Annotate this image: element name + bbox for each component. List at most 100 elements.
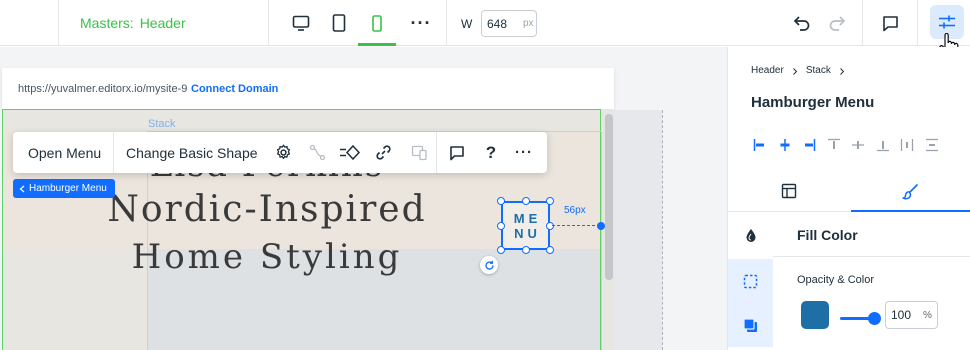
width-field[interactable]: px xyxy=(481,10,537,37)
align-top-icon xyxy=(827,138,840,149)
more-icon: ··· xyxy=(515,144,533,161)
top-bar: Masters: Header ··· W px xyxy=(0,0,970,58)
shadow-section-button[interactable] xyxy=(728,303,773,347)
change-basic-shape-button[interactable]: Change Basic Shape xyxy=(126,145,258,161)
align-center-horizontal-icon xyxy=(780,139,790,151)
divider xyxy=(446,0,447,46)
site-url: https://yuvalmer.editorx.io/mysite-9 xyxy=(18,83,188,95)
comment-icon xyxy=(450,145,464,160)
rotate-handle[interactable] xyxy=(480,256,498,274)
alignment-controls xyxy=(748,135,944,155)
fill-section-button[interactable] xyxy=(728,213,773,257)
breadcrumb-item-stack[interactable]: Stack xyxy=(806,65,831,78)
resize-handle[interactable] xyxy=(522,246,530,254)
opacity-unit: % xyxy=(923,309,932,321)
desktop-view-button[interactable] xyxy=(285,9,317,37)
width-label: W xyxy=(461,17,473,31)
interactions-button[interactable] xyxy=(337,139,363,166)
align-right-button[interactable] xyxy=(797,135,822,155)
responsive-behavior-button[interactable] xyxy=(406,139,432,166)
paintbrush-icon xyxy=(902,183,919,199)
chevron-right-icon xyxy=(839,68,845,75)
divider xyxy=(113,132,114,173)
align-bottom-button[interactable] xyxy=(871,135,896,155)
more-breakpoints-button[interactable]: ··· xyxy=(404,9,438,37)
mobile-icon xyxy=(372,14,382,32)
divider xyxy=(862,0,863,46)
layout-icon xyxy=(781,183,796,199)
redo-button[interactable] xyxy=(821,7,853,39)
comment-icon xyxy=(882,15,898,31)
resize-handle[interactable] xyxy=(497,197,505,205)
settings-button[interactable] xyxy=(270,139,296,166)
distribute-h-button[interactable] xyxy=(895,135,920,155)
tablet-view-button[interactable] xyxy=(323,9,355,37)
menu-text-line-2: NU xyxy=(514,225,541,241)
align-left-button[interactable] xyxy=(748,135,773,155)
undo-button[interactable] xyxy=(786,7,818,39)
align-top-button[interactable] xyxy=(822,135,847,155)
selected-element-tag[interactable]: Hamburger Menu xyxy=(13,179,115,198)
opacity-field[interactable]: % xyxy=(885,301,938,329)
distribute-vertical-icon xyxy=(925,138,938,152)
drop-icon xyxy=(746,228,755,242)
fill-color-swatch[interactable] xyxy=(801,301,829,329)
masters-indicator[interactable]: Masters: Header xyxy=(80,15,186,31)
comment-button[interactable] xyxy=(444,139,470,166)
undo-icon xyxy=(793,16,810,31)
align-center-h-button[interactable] xyxy=(773,135,798,155)
animation-button[interactable] xyxy=(304,139,330,166)
resize-handle[interactable] xyxy=(522,197,530,205)
help-button[interactable]: ? xyxy=(478,139,504,166)
opacity-slider-handle[interactable] xyxy=(868,312,881,325)
spacing-handle[interactable] xyxy=(597,222,605,230)
menu-text-line-1: ME xyxy=(513,210,542,226)
canvas-gutter xyxy=(614,110,662,350)
shadow-icon xyxy=(743,317,757,332)
animation-path-icon xyxy=(309,144,325,161)
border-section-button[interactable] xyxy=(728,259,773,303)
fill-color-heading: Fill Color xyxy=(797,227,858,243)
opacity-color-label: Opacity & Color xyxy=(797,274,875,286)
rotate-icon xyxy=(484,260,494,270)
divider xyxy=(58,0,59,46)
width-input[interactable] xyxy=(487,16,517,31)
help-icon: ? xyxy=(485,142,497,162)
stack-label: Stack xyxy=(148,118,176,130)
redo-icon xyxy=(829,16,846,31)
resize-handle[interactable] xyxy=(546,246,554,254)
divider xyxy=(917,0,918,46)
inspector-panel: Header Stack Hamburger Menu Fill Color O… xyxy=(727,47,970,350)
active-device-indicator xyxy=(358,43,396,46)
resize-handle[interactable] xyxy=(546,222,554,230)
open-menu-button[interactable]: Open Menu xyxy=(28,145,101,161)
interaction-icon xyxy=(340,144,361,161)
tab-layout[interactable] xyxy=(728,170,849,212)
resize-handle[interactable] xyxy=(497,246,505,254)
resize-handle[interactable] xyxy=(497,222,505,230)
hamburger-menu-element[interactable]: ME NU xyxy=(501,201,550,250)
sliders-icon xyxy=(939,15,955,29)
align-center-vertical-icon xyxy=(852,141,865,149)
comments-button[interactable] xyxy=(874,7,906,39)
more-actions-button[interactable]: ··· xyxy=(511,139,537,166)
design-section-nav xyxy=(728,213,773,350)
panel-title: Hamburger Menu xyxy=(751,94,875,111)
mobile-view-button[interactable] xyxy=(361,9,393,37)
site-title-line-2[interactable]: Nordic-Inspired xyxy=(102,189,432,230)
link-button[interactable] xyxy=(370,139,396,166)
canvas-scrollbar[interactable] xyxy=(605,114,613,280)
opacity-input[interactable] xyxy=(891,308,917,322)
site-title-line-3[interactable]: Home Styling xyxy=(102,237,432,277)
breadcrumb-item-header[interactable]: Header xyxy=(751,65,784,78)
connect-domain-link[interactable]: Connect Domain xyxy=(191,83,278,95)
divider xyxy=(773,256,970,257)
distribute-v-button[interactable] xyxy=(920,135,945,155)
chevron-right-icon xyxy=(792,68,798,75)
breakpoint-guide xyxy=(662,110,663,350)
resize-handle[interactable] xyxy=(546,197,554,205)
selected-element-label: Hamburger Menu xyxy=(29,183,107,194)
tablet-icon xyxy=(332,14,346,32)
tab-design[interactable] xyxy=(850,170,970,212)
align-center-v-button[interactable] xyxy=(846,135,871,155)
